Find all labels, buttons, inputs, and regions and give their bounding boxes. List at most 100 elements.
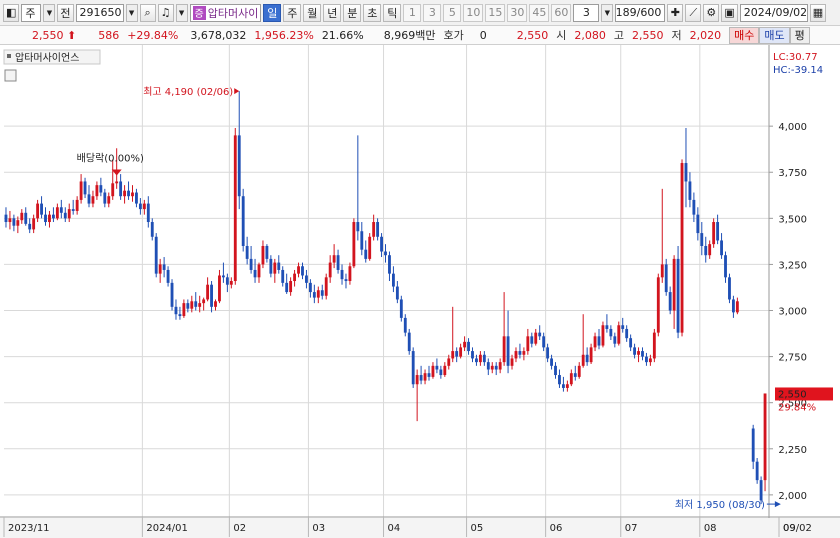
x-tick-label: 02 <box>233 523 246 534</box>
date-field[interactable]: 2024/09/02 <box>739 3 808 22</box>
y-tick-label: 2,750 <box>778 353 807 364</box>
chevron-down-icon[interactable]: ▼ <box>125 3 138 22</box>
misc-button[interactable]: 평 <box>789 26 810 44</box>
type-button[interactable]: 전 <box>57 3 74 22</box>
count-field[interactable]: 189/600 <box>615 3 666 22</box>
candle-body <box>451 351 455 359</box>
price-chart[interactable]: 2,0002,2502,5002,7503,0003,2503,5003,750… <box>0 45 840 538</box>
candle-body <box>241 196 245 246</box>
candle-body <box>534 332 538 344</box>
period-button[interactable]: 일 <box>263 3 282 22</box>
layout-icon[interactable]: ◧ <box>3 3 20 22</box>
save-icon[interactable]: ▣ <box>721 3 738 22</box>
speaker-icon[interactable]: ♫ <box>157 3 174 22</box>
market-select[interactable]: 주 <box>21 3 42 22</box>
candle-body <box>423 373 427 381</box>
stock-code-input[interactable]: 291650 <box>75 3 124 22</box>
candle-body <box>4 214 8 223</box>
candle-body <box>395 286 399 300</box>
candle-body <box>87 194 91 204</box>
period-button[interactable]: 월 <box>303 3 322 22</box>
candle-body <box>731 299 735 313</box>
candle-body <box>344 279 348 282</box>
y-tick-label: 3,250 <box>778 260 807 271</box>
draw-tool-icon[interactable]: ⟋ <box>685 3 702 22</box>
candle-body <box>285 282 289 293</box>
candle-body <box>688 181 692 200</box>
candle-body <box>135 192 138 204</box>
crosshair-icon[interactable]: ✚ <box>667 3 684 22</box>
candle-body <box>198 303 202 307</box>
y-tick-label: 4,000 <box>778 122 807 133</box>
candle-body <box>526 336 530 352</box>
period-button[interactable]: 틱 <box>383 3 402 22</box>
chevron-down-icon[interactable]: ▼ <box>43 3 56 22</box>
candle-body <box>593 336 597 348</box>
interval-button[interactable]: 30 <box>507 3 528 22</box>
search-icon[interactable]: ⌕ <box>139 3 156 22</box>
x-tick-label: 09/02 <box>783 523 812 534</box>
candle-body <box>419 375 423 381</box>
candle-body <box>672 258 676 311</box>
candle-body <box>391 273 395 287</box>
hoga-value: 0 <box>479 28 487 42</box>
settings-icon[interactable]: ⚙ <box>703 3 720 22</box>
period-button[interactable]: 분 <box>343 3 362 22</box>
candle-body <box>514 351 518 359</box>
stock-name-box[interactable]: 증 압타머사이 <box>189 3 262 22</box>
interval-button[interactable]: 3 <box>423 3 442 22</box>
chevron-down-icon[interactable]: ▼ <box>175 3 188 22</box>
candle-body <box>455 351 459 357</box>
current-change-label: 29.84% <box>778 402 816 413</box>
hc-label: HC:-39.14 <box>773 65 823 76</box>
candle-body <box>44 214 47 223</box>
candle-body <box>20 212 24 221</box>
candle-body <box>384 251 387 256</box>
interval-input[interactable]: 3 <box>573 3 600 22</box>
y-tick-label: 3,500 <box>778 214 807 225</box>
candle-body <box>467 341 470 352</box>
candle-body <box>415 375 419 385</box>
y-tick-label: 3,750 <box>778 168 807 179</box>
interval-button[interactable]: 5 <box>443 3 462 22</box>
lc-label: LC:30.77 <box>773 52 818 63</box>
x-tick-label: 07 <box>625 523 638 534</box>
candle-body <box>210 284 213 307</box>
toggle-checkbox[interactable] <box>4 69 17 82</box>
candle-body <box>648 358 652 363</box>
candle-body <box>360 231 364 250</box>
interval-button[interactable]: 60 <box>551 3 572 22</box>
calendar-icon[interactable]: ▦ <box>809 3 827 22</box>
period-button[interactable]: 년 <box>323 3 342 22</box>
candle-body <box>751 428 755 462</box>
candle-body <box>435 365 439 370</box>
candle-body <box>589 347 593 363</box>
candle-body <box>601 325 605 346</box>
candle-body <box>696 214 700 234</box>
interval-button[interactable]: 15 <box>485 3 506 22</box>
low-value: 2,020 <box>689 28 722 42</box>
candle-body <box>24 212 28 224</box>
candle-body <box>684 163 688 182</box>
candle-body <box>554 365 557 376</box>
candle-body <box>411 351 415 385</box>
y-tick-label: 3,000 <box>778 307 807 318</box>
interval-button[interactable]: 10 <box>463 3 484 22</box>
candle-body <box>297 266 300 274</box>
square-icon <box>7 54 11 58</box>
candle-body <box>637 351 640 355</box>
sell-button[interactable]: 매도 <box>759 26 790 44</box>
buy-button[interactable]: 매수 <box>729 26 760 44</box>
x-tick-label: 08 <box>704 523 717 534</box>
candle-body <box>51 214 55 219</box>
candle-body <box>617 325 621 344</box>
candle-body <box>443 365 447 376</box>
candle-body <box>573 373 577 377</box>
period-button[interactable]: 주 <box>283 3 302 22</box>
interval-button[interactable]: 45 <box>529 3 550 22</box>
chevron-down-icon[interactable]: ▼ <box>601 3 614 22</box>
period-button[interactable]: 초 <box>363 3 382 22</box>
candle-body <box>538 332 542 337</box>
candle-body <box>16 220 20 226</box>
interval-button[interactable]: 1 <box>403 3 422 22</box>
